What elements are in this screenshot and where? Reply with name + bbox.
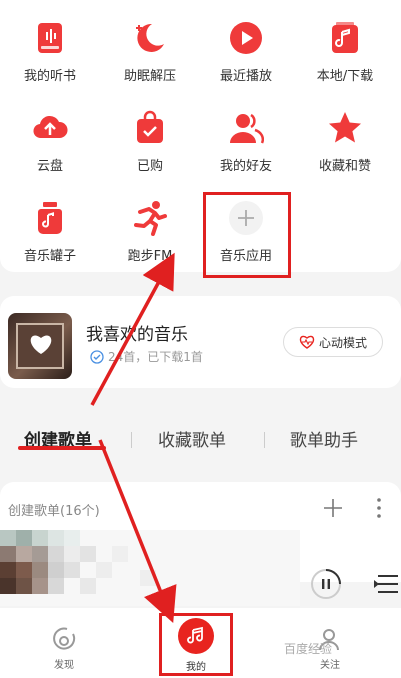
grid-item-favorites[interactable]: 收藏和赞 [295,110,395,174]
liked-music-subtitle: 24首，已下载1首 [90,348,203,365]
playlist-tabs: 创建歌单 收藏歌单 歌单助手 [0,412,401,468]
grid-item-label: 我的好友 [219,159,272,174]
cloud-upload-icon [33,115,68,139]
grid-item-music-jar[interactable]: 音乐罐子 [0,200,100,264]
friends-icon [230,113,264,144]
shopping-bag-icon [137,110,163,143]
heart-mode-label: 心动模式 [318,335,367,350]
grid-item-sleep[interactable]: 助眠解压 [100,20,200,84]
downloaded-check-icon [90,349,104,364]
grid-item-label: 助眠解压 [123,69,176,84]
add-playlist-icon[interactable] [321,496,345,520]
play-circle-icon [230,22,262,54]
liked-music-count: 24首，已下载1首 [108,350,203,364]
moon-icon [136,23,164,52]
heart-icon [30,335,52,354]
heart-mode-button[interactable]: 心动模式 [283,327,383,357]
pixelated-playlist-rows [0,530,300,606]
nav-follow-label: 关注 [320,660,340,671]
active-tab-indicator [18,446,106,450]
feature-grid: 我的听书 助眠解压 最近播放 本地/下载 云盘 已购 我的好友 收藏和赞 音乐罐… [0,0,401,272]
grid-item-cloud[interactable]: 云盘 [0,110,100,174]
nav-discover[interactable]: 发现 [24,626,104,671]
grid-item-purchased[interactable]: 已购 [100,110,200,174]
watermark: 百度经验 [284,642,333,656]
nav-discover-label: 发现 [54,660,74,671]
grid-item-friends[interactable]: 我的好友 [196,110,296,174]
annotation-highlight-box [203,192,291,278]
tab-divider [131,432,132,448]
running-icon [134,201,167,236]
grid-item-label: 最近播放 [219,69,272,84]
grid-item-label: 音乐罐子 [23,249,76,264]
liked-music-title: 我喜欢的音乐 [86,325,188,345]
playlist-queue-icon[interactable] [374,572,400,596]
discover-icon [53,627,76,650]
annotation-nav-box [159,613,233,676]
music-jar-icon [38,202,62,234]
grid-item-label: 收藏和赞 [318,159,371,174]
playlist-cover [8,313,72,379]
grid-item-label: 已购 [136,159,163,174]
grid-item-recent[interactable]: 最近播放 [196,20,296,84]
pause-button[interactable] [310,568,342,600]
heartbeat-icon [299,335,315,349]
grid-item-label: 我的听书 [23,69,76,84]
star-icon [329,112,361,143]
grid-item-local[interactable]: 本地/下载 [295,20,395,84]
tab-divider [264,432,265,448]
audiobook-icon [38,23,62,53]
grid-item-label: 云盘 [36,159,63,174]
grid-item-label: 本地/下载 [316,69,374,84]
grid-item-running-fm[interactable]: 跑步FM [100,200,200,264]
tab-collected-playlists[interactable]: 收藏歌单 [158,426,226,451]
liked-music-card[interactable]: 我喜欢的音乐 24首，已下载1首 心动模式 [0,296,401,388]
grid-item-audiobook[interactable]: 我的听书 [0,20,100,84]
grid-item-label: 跑步FM [127,249,173,264]
tab-playlist-assistant[interactable]: 歌单助手 [290,426,358,451]
music-file-icon [332,22,358,53]
created-playlists-header: 创建歌单(16个) [8,504,100,519]
more-options-icon[interactable] [373,496,385,520]
